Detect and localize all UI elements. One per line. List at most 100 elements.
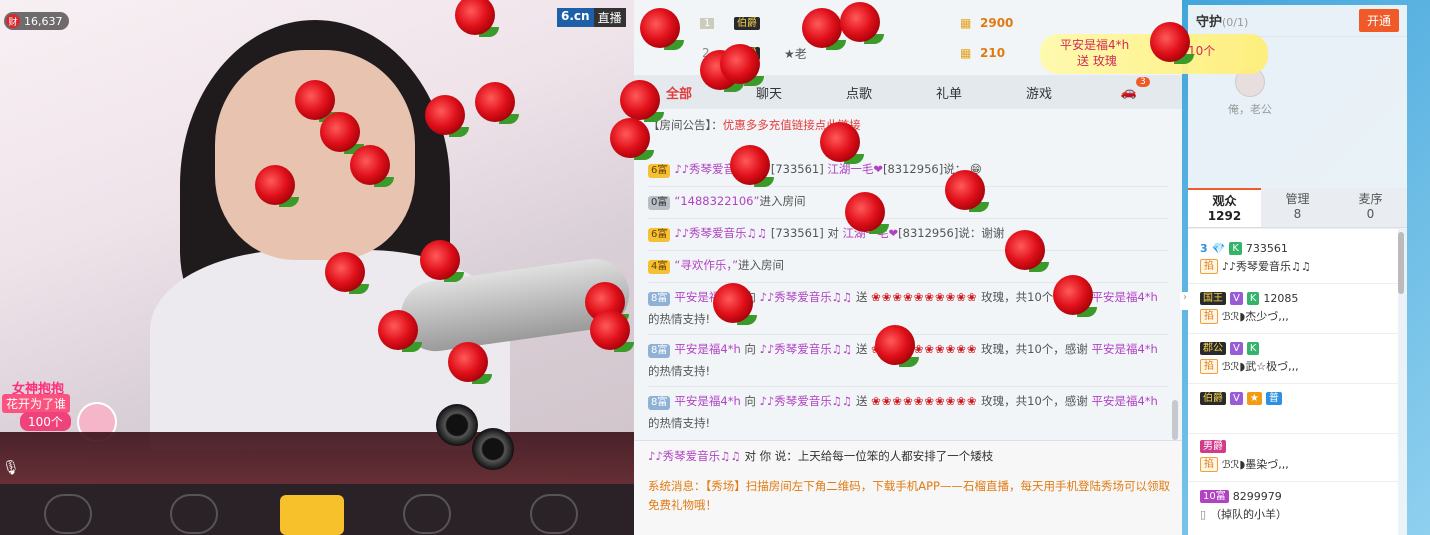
gift-receiver[interactable]: ♪♪秀琴爱音乐♫♫: [760, 394, 853, 408]
microphone-icon[interactable]: 🎙: [2, 460, 20, 476]
tab-label: 管理: [1285, 192, 1310, 206]
brand-live: 直播: [593, 8, 626, 27]
rose-icon: [448, 342, 494, 388]
audience-item[interactable]: 3 💎 K 733561 掐 ♪♪秀琴爱音乐♫♫: [1200, 239, 1395, 275]
open-guard-button[interactable]: 开通: [1358, 9, 1399, 32]
user-id: 733561: [1245, 241, 1288, 255]
control-button[interactable]: [403, 494, 451, 534]
rose-icon: [590, 310, 636, 356]
wealth-level-badge: 6富: [648, 228, 671, 242]
chat-message: 4富 “寻欢作乐，”进入房间: [648, 254, 1168, 276]
gift-sender[interactable]: 平安是福4*h: [674, 342, 740, 356]
user-level: 10富: [1200, 489, 1229, 503]
gift-thanks: 的热情支持!: [648, 364, 711, 378]
divider: [1188, 481, 1398, 482]
tab-label: 观众: [1212, 194, 1237, 208]
chat-message: 6富♪♪秀琴爱音乐♫♫ [733561] 对 江湖一毛❤[8312956]说：谢…: [648, 222, 1168, 244]
gift-thanks-user[interactable]: 平安是福4*h: [1091, 394, 1157, 408]
user-level: 3: [1200, 241, 1208, 255]
user-tag: 掐: [1200, 358, 1218, 374]
gift-banner-action: 送 玫瑰: [1077, 54, 1117, 68]
star-gift-button[interactable]: [280, 495, 344, 535]
audience-item[interactable]: 国王 V K 12085 掐 ℬℛ◗杰少づ,,,: [1200, 289, 1395, 325]
guard-slot[interactable]: 俺，老公: [1228, 67, 1272, 117]
rank-score: 2900: [980, 16, 1014, 30]
user-level: 男爵: [1200, 439, 1226, 453]
divider: [648, 386, 1168, 387]
user-badge: K: [1229, 241, 1242, 255]
message-user[interactable]: “1488322106”: [674, 194, 759, 208]
private-message: ♪♪秀琴爱音乐♫♫ 对 你 说：上天给每一位笨的人都安排了一个矮枝: [648, 447, 1173, 466]
tab-games[interactable]: 游戏: [994, 83, 1084, 102]
gift-text: 玫瑰，共10个，感谢: [981, 342, 1088, 356]
wealth-level-badge: 4富: [648, 260, 671, 274]
user-tag: 掐: [1200, 456, 1218, 472]
audience-item[interactable]: 伯爵 V ★ 普: [1200, 389, 1395, 407]
rank-number: 1: [700, 17, 715, 29]
tab-count: 0: [1366, 207, 1375, 221]
gift-text: 玫瑰，共10个，感谢: [981, 394, 1088, 408]
audience-item[interactable]: 10富 8299979 ▯ （掉队的小羊）: [1200, 487, 1395, 523]
collapse-arrow-icon[interactable]: ›: [1180, 292, 1190, 310]
tab-gift-list[interactable]: 礼单: [904, 83, 994, 102]
tab-car[interactable]: 🚗 3: [1084, 76, 1174, 100]
rose-icon: [720, 44, 766, 90]
user-name: ℬℛ◗杰少づ,,,: [1222, 310, 1289, 323]
rose-icon: [255, 165, 301, 211]
tab-song[interactable]: 点歌: [814, 83, 904, 102]
guard-title-text: 守护: [1196, 15, 1223, 30]
message-connector: 对: [827, 226, 839, 240]
gift-thanks-user[interactable]: 平安是福4*h: [1091, 342, 1157, 356]
user-name: ♪♪秀琴爱音乐♫♫: [1222, 260, 1311, 273]
message-text: 进入房间: [759, 194, 806, 208]
rank-title: 伯爵: [734, 16, 760, 30]
goddess-subtitle: 花开为了谁: [2, 394, 71, 413]
gift-connector: 向: [744, 342, 756, 356]
chat-scrollbar[interactable]: [1172, 400, 1178, 440]
rose-icon: [713, 283, 759, 329]
wealth-level-badge: 0富: [648, 196, 671, 210]
goddess-count: 100个: [20, 412, 71, 431]
user-id: 12085: [1263, 291, 1299, 305]
tab-admins[interactable]: 管理 8: [1261, 188, 1334, 227]
audience-tabs: 观众 1292 管理 8 麦序 0: [1188, 188, 1407, 228]
private-user[interactable]: ♪♪秀琴爱音乐♫♫: [648, 449, 741, 463]
control-button[interactable]: [170, 494, 218, 534]
audience-item[interactable]: 男爵 掐 ℬℛ◗墨染づ,,,: [1200, 437, 1395, 473]
tab-audience[interactable]: 观众 1292: [1188, 188, 1261, 227]
audience-scrollbar[interactable]: [1398, 232, 1404, 294]
wealth-level-badge: 8富: [648, 396, 671, 410]
message-user[interactable]: ♪♪秀琴爱音乐♫♫: [674, 226, 767, 240]
wealth-icon: 财: [6, 14, 20, 28]
control-button[interactable]: [44, 494, 92, 534]
diamond-icon: 💎: [1211, 241, 1226, 255]
rose-icon: [845, 192, 891, 238]
chat-message: 0富 “1488322106”进入房间: [648, 190, 1168, 212]
rose-icon: [455, 0, 501, 41]
gift-sender[interactable]: 平安是福4*h: [674, 394, 740, 408]
wealth-level-badge: 6富: [648, 164, 671, 178]
message-target-id: [8312956]: [883, 162, 944, 176]
message-user[interactable]: “寻欢作乐，”: [674, 258, 738, 272]
viewer-count-badge: 财 16,637: [4, 12, 69, 30]
audience-item[interactable]: 郡公 V K 掐 ℬℛ◗武☆极づ,,,: [1200, 339, 1395, 375]
rose-icon: [875, 325, 921, 371]
rose-icon: [640, 8, 686, 54]
user-level: 国王: [1200, 291, 1226, 305]
guard-count: (0/1): [1222, 16, 1249, 29]
rose-icons: ❀❀❀❀❀❀❀❀❀❀: [871, 394, 978, 408]
gift-receiver[interactable]: ♪♪秀琴爱音乐♫♫: [760, 290, 853, 304]
control-button[interactable]: [530, 494, 578, 534]
wealth-level-badge: 8富: [648, 292, 671, 306]
divider: [1188, 283, 1398, 284]
message-text: 进入房间: [738, 258, 785, 272]
divider: [1188, 383, 1398, 384]
gift-receiver[interactable]: ♪♪秀琴爱音乐♫♫: [760, 342, 853, 356]
user-level: 伯爵: [1200, 391, 1226, 405]
tab-mic-queue[interactable]: 麦序 0: [1334, 188, 1407, 227]
rose-icon: [1053, 275, 1099, 321]
announcement: 【房间公告】：优惠多多充值链接点此链接: [648, 114, 1168, 136]
message-user-id: [733561]: [770, 226, 824, 240]
user-badge: K: [1246, 291, 1260, 305]
gift-thanks-user[interactable]: 平安是福4*h: [1091, 290, 1157, 304]
